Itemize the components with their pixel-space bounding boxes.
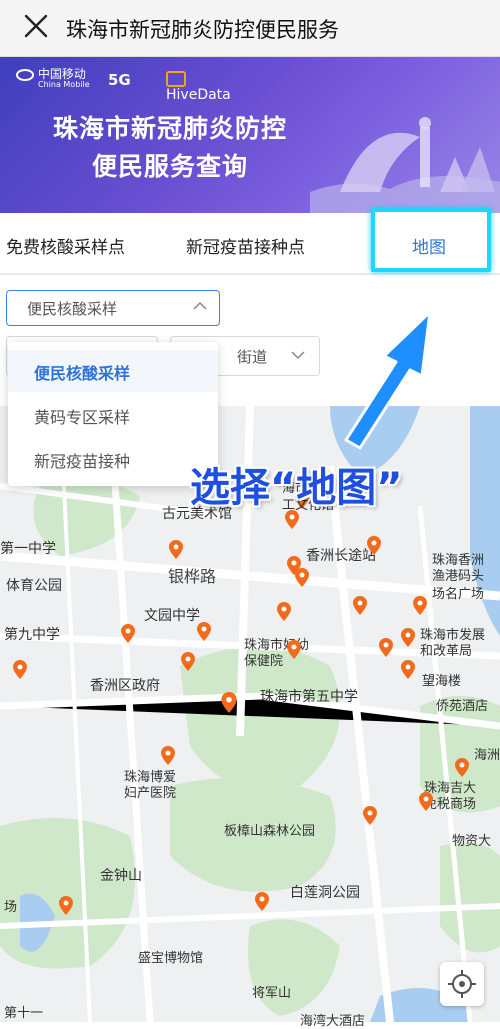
5g-logo: 5G (108, 71, 131, 89)
map-pin[interactable] (276, 602, 292, 622)
service-type-select[interactable]: 便民核酸采样 (6, 290, 220, 326)
map-label: 盛宝博物馆 (138, 951, 204, 966)
map-label: 望海楼 (422, 674, 462, 689)
map-pin[interactable] (366, 536, 382, 556)
map-pin[interactable] (168, 540, 184, 560)
service-type-dropdown: 便民核酸采样 黄码专区采样 新冠疫苗接种 (8, 342, 218, 486)
hivedata-icon (166, 71, 186, 87)
map-pin[interactable] (12, 660, 28, 680)
map-label: 香洲区政府 (90, 678, 160, 694)
top-bar: 珠海市新冠肺炎防控便民服务 (0, 0, 500, 57)
map-pin[interactable] (196, 622, 212, 642)
map-label: 金钟山 (100, 868, 142, 884)
map-pin[interactable] (418, 792, 434, 812)
map-label: 珠海市第五中学 (260, 689, 358, 705)
map-pin[interactable] (160, 746, 176, 766)
map-pin[interactable] (220, 692, 238, 714)
map-pin[interactable] (254, 892, 270, 912)
city-skyline-illustration (310, 117, 500, 213)
map-label: 保健院 (244, 654, 284, 669)
map-label: 场名广场 (432, 587, 485, 602)
china-mobile-icon (16, 68, 34, 81)
dropdown-option-nucleic[interactable]: 便民核酸采样 (34, 360, 130, 384)
annotation-arrow (344, 310, 432, 450)
map-label: 板樟山森林公园 (224, 824, 316, 839)
map-pin[interactable] (400, 660, 416, 680)
map-label: 体育公园 (6, 578, 62, 594)
banner-headline-2: 便民服务查询 (91, 152, 248, 181)
crosshair-icon (448, 970, 476, 998)
map-label: 物资大 (452, 834, 492, 849)
tab-map-highlight-box (371, 208, 491, 272)
map-label: 将军山 (252, 986, 292, 1001)
tab-nucleic-sites[interactable]: 免费核酸采样点 (6, 233, 125, 258)
banner-headline-1: 珠海市新冠肺炎防控 (52, 114, 287, 143)
map-pin[interactable] (412, 596, 428, 616)
hivedata-logo: HiveData (166, 71, 231, 103)
map-pin[interactable] (400, 628, 416, 648)
map-pin[interactable] (362, 806, 378, 826)
chevron-down-icon (291, 351, 305, 360)
map-label: 海洲 (474, 748, 500, 763)
tab-vaccine-sites[interactable]: 新冠疫苗接种点 (186, 233, 305, 258)
map-label: 第九中学 (4, 627, 60, 643)
map-label: 场 (4, 900, 18, 915)
annotation-text: 选择“地图” (190, 465, 403, 511)
map-pin[interactable] (378, 638, 394, 658)
map-pin[interactable] (352, 596, 368, 616)
map-pin[interactable] (286, 640, 302, 660)
map-label: 和改革局 (420, 644, 473, 659)
map-pin[interactable] (58, 896, 74, 916)
map-label: 白莲洞公园 (290, 885, 360, 901)
map-label: 第一中学 (0, 541, 56, 557)
map-label: 文园中学 (144, 608, 200, 624)
map-label: 侨苑酒店 (436, 699, 489, 714)
china-mobile-logo: 中国移动 China Mobile (16, 65, 90, 89)
map-label: 第十一 (4, 1006, 44, 1021)
map-pin[interactable] (454, 758, 470, 778)
chevron-up-icon (193, 301, 207, 310)
map-label: 海湾大酒店 (300, 1014, 366, 1029)
close-icon[interactable] (22, 12, 50, 40)
map-pin[interactable] (284, 510, 300, 530)
dropdown-option-vaccine[interactable]: 新冠疫苗接种 (34, 448, 130, 472)
map-pin[interactable] (294, 568, 310, 588)
map-label: 妇产医院 (124, 786, 177, 801)
map-label: 渔港码头 (432, 569, 485, 584)
locate-button[interactable] (440, 962, 484, 1006)
map-pin[interactable] (120, 624, 136, 644)
banner: 中国移动 China Mobile 5G HiveData 珠海市新冠肺炎防控 … (0, 57, 500, 213)
map-label: 银桦路 (168, 567, 217, 586)
map-pin[interactable] (180, 652, 196, 672)
partner-logos: 中国移动 China Mobile 5G HiveData (16, 65, 231, 103)
dropdown-option-yellow-code[interactable]: 黄码专区采样 (34, 404, 130, 428)
page-title: 珠海市新冠肺炎防控便民服务 (66, 18, 339, 42)
